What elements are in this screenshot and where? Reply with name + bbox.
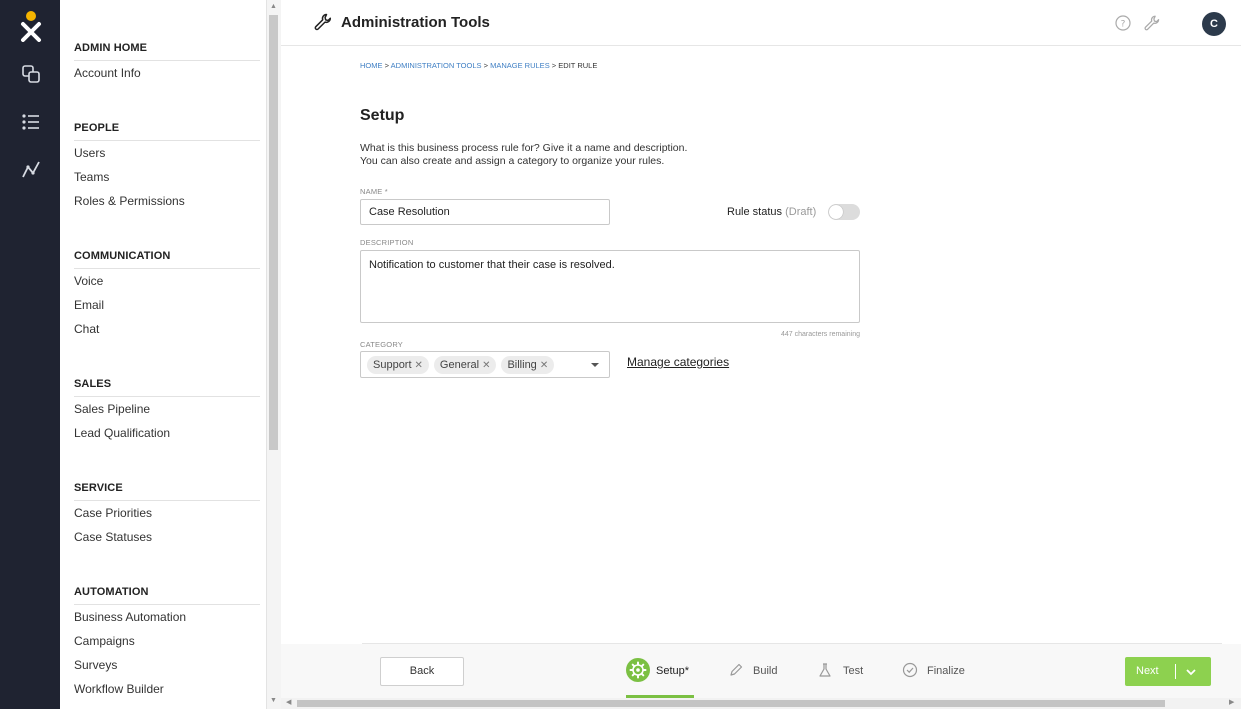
sidebar-section-sales: SALES Sales Pipeline Lead Qualification	[74, 378, 260, 445]
sidebar-item-business-automation[interactable]: Business Automation	[74, 605, 260, 629]
sidebar-section-automation: AUTOMATION Business Automation Campaigns…	[74, 586, 260, 701]
breadcrumb-manage-rules[interactable]: MANAGE RULES	[490, 61, 550, 70]
sidebar-item-teams[interactable]: Teams	[74, 165, 260, 189]
breadcrumb-home[interactable]: HOME	[360, 61, 383, 70]
sidebar-item-users[interactable]: Users	[74, 141, 260, 165]
scroll-right-icon[interactable]: ▶	[1229, 698, 1234, 706]
category-chip: General ✕	[433, 356, 497, 374]
category-chip-label: General	[439, 359, 480, 371]
toggle-knob	[829, 205, 843, 219]
sidebar-item-lead-qualification[interactable]: Lead Qualification	[74, 421, 260, 445]
sidebar-item-email[interactable]: Email	[74, 293, 260, 317]
rule-status-toggle[interactable]	[828, 204, 860, 220]
setup-description-line-2: You can also create and assign a categor…	[360, 155, 665, 167]
admin-sidebar: ADMIN HOME Account Info PEOPLE Users Tea…	[60, 0, 267, 709]
rule-status-text: Rule status	[727, 206, 783, 218]
setup-description-line-1: What is this business process rule for? …	[360, 142, 688, 154]
sidebar-section-title: SALES	[74, 378, 260, 397]
footer-divider	[362, 643, 1222, 644]
description-field[interactable]: Notification to customer that their case…	[360, 250, 860, 323]
scroll-up-icon[interactable]: ▲	[270, 3, 277, 10]
page-title: Administration Tools	[341, 14, 490, 31]
remove-chip-icon[interactable]: ✕	[482, 360, 490, 371]
sidebar-item-workflow-builder[interactable]: Workflow Builder	[74, 677, 260, 701]
horizontal-scrollbar[interactable]: ◀ ▶	[281, 698, 1241, 709]
breadcrumb-admin-tools[interactable]: ADMINISTRATION TOOLS	[391, 61, 482, 70]
scrollbar-thumb[interactable]	[269, 15, 278, 450]
sidebar-section-title: ADMIN HOME	[74, 42, 260, 61]
sidebar-section-title: PEOPLE	[74, 122, 260, 141]
sidebar-section-admin-home: ADMIN HOME Account Info	[74, 42, 260, 85]
sidebar-item-voice[interactable]: Voice	[74, 269, 260, 293]
button-divider	[1175, 664, 1176, 679]
next-button[interactable]: Next	[1125, 657, 1211, 686]
step-setup-marker	[626, 658, 650, 682]
chevron-down-icon[interactable]	[1185, 666, 1197, 678]
breadcrumb-separator: >	[483, 61, 488, 70]
sidebar-item-roles-permissions[interactable]: Roles & Permissions	[74, 189, 260, 213]
help-icon[interactable]: ?	[1115, 15, 1131, 31]
analytics-icon[interactable]	[20, 159, 42, 181]
pencil-icon	[730, 663, 743, 676]
layers-icon[interactable]	[20, 63, 42, 85]
setup-description: What is this business process rule for? …	[360, 142, 780, 168]
list-icon[interactable]	[20, 111, 42, 133]
sidebar-item-campaigns[interactable]: Campaigns	[74, 629, 260, 653]
wrench-icon	[314, 13, 332, 31]
remove-chip-icon[interactable]: ✕	[540, 360, 548, 371]
scroll-down-icon[interactable]: ▼	[270, 697, 277, 704]
category-chip-label: Billing	[507, 359, 537, 371]
logo-icon[interactable]	[18, 10, 44, 42]
sidebar-scrollbar[interactable]: ▲ ▼	[267, 0, 281, 709]
sidebar-item-case-priorities[interactable]: Case Priorities	[74, 501, 260, 525]
svg-text:?: ?	[1121, 20, 1126, 30]
name-label: NAME *	[360, 187, 388, 196]
sidebar-section-title: AUTOMATION	[74, 586, 260, 605]
remove-chip-icon[interactable]: ✕	[415, 360, 423, 371]
scrollbar-thumb[interactable]	[297, 700, 1165, 707]
next-button-label[interactable]: Next	[1136, 657, 1159, 686]
category-select[interactable]: Support ✕ General ✕ Billing ✕	[360, 351, 610, 378]
breadcrumb-current: EDIT RULE	[558, 61, 598, 70]
rule-status-state: (Draft)	[785, 206, 817, 218]
sidebar-item-chat[interactable]: Chat	[74, 317, 260, 341]
breadcrumb: HOME > ADMINISTRATION TOOLS > MANAGE RUL…	[360, 61, 597, 70]
sidebar-section-communication: COMMUNICATION Voice Email Chat	[74, 250, 260, 341]
chevron-down-icon[interactable]	[591, 363, 599, 367]
sidebar-section-service: SERVICE Case Priorities Case Statuses	[74, 482, 260, 549]
back-button[interactable]: Back	[380, 657, 464, 686]
breadcrumb-separator: >	[551, 61, 557, 70]
category-chip: Billing ✕	[501, 356, 555, 374]
rule-status-label: Rule status (Draft)	[727, 206, 816, 218]
step-build[interactable]: Build	[753, 662, 777, 680]
sidebar-section-people: PEOPLE Users Teams Roles & Permissions	[74, 122, 260, 213]
manage-categories-link[interactable]: Manage categories	[627, 355, 729, 369]
setup-heading: Setup	[360, 107, 405, 124]
sidebar-section-title: COMMUNICATION	[74, 250, 260, 269]
description-label: DESCRIPTION	[360, 238, 414, 247]
sidebar-item-surveys[interactable]: Surveys	[74, 653, 260, 677]
category-chip-label: Support	[373, 359, 412, 371]
check-circle-icon	[902, 662, 918, 678]
scroll-left-icon[interactable]: ◀	[286, 698, 291, 706]
breadcrumb-separator: >	[384, 61, 389, 70]
step-finalize[interactable]: Finalize	[927, 662, 965, 680]
sidebar-item-case-statuses[interactable]: Case Statuses	[74, 525, 260, 549]
sidebar-item-sales-pipeline[interactable]: Sales Pipeline	[74, 397, 260, 421]
settings-wrench-icon[interactable]	[1143, 14, 1161, 32]
characters-remaining: 447 characters remaining	[781, 331, 860, 338]
sidebar-item-account-info[interactable]: Account Info	[74, 61, 260, 85]
category-chip: Support ✕	[367, 356, 429, 374]
app-rail	[0, 0, 60, 709]
flask-icon	[819, 663, 831, 677]
gear-icon	[629, 661, 647, 679]
name-field[interactable]: Case Resolution	[360, 199, 610, 225]
step-test[interactable]: Test	[843, 662, 863, 680]
category-label: CATEGORY	[360, 340, 403, 349]
step-setup[interactable]: Setup*	[656, 662, 689, 680]
top-bar: Administration Tools ? C	[281, 0, 1241, 46]
avatar[interactable]: C	[1202, 12, 1226, 36]
sidebar-section-title: SERVICE	[74, 482, 260, 501]
